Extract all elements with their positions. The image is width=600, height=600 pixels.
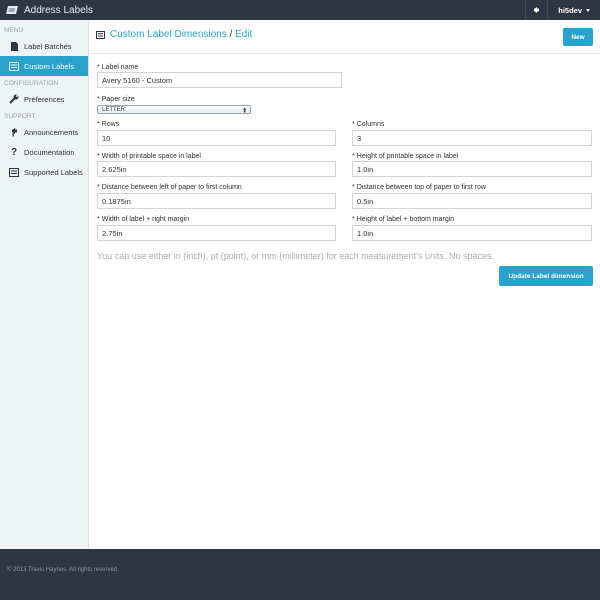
top-margin-input[interactable]: 0.5in [352,193,592,209]
columns-label: * Columns [352,121,385,128]
page-title: Custom Label Dimensions / Edit [110,29,252,40]
sidebar-item-label-batches[interactable]: Label Batches [0,36,88,56]
label-name-label: * Label name [97,64,139,71]
sidebar-item-label: Supported Labels [24,167,83,177]
sidebar-item-custom-labels[interactable]: Custom Labels [0,56,88,76]
user-name: hi5dev [558,5,582,15]
list-icon [9,61,19,71]
rows-input[interactable]: 10 [97,130,336,146]
announcements-bullhorn-button[interactable] [525,0,547,20]
units-hint: You can use either in (inch), pt (point)… [97,251,495,261]
sidebar-item-label: Announcements [24,127,79,137]
sidebar-item-preferences[interactable]: Preferences [0,89,88,109]
label-right-margin-label: * Width of label + right margin [97,216,190,223]
chevron-down-icon [586,8,590,12]
label-right-margin-input[interactable]: 2.75in [97,225,336,241]
sidebar-item-label: Preferences [24,94,65,104]
breadcrumb-separator: / [229,29,233,40]
left-margin-input[interactable]: 0.1875in [97,193,336,209]
sidebar-item-label: Custom Labels [24,61,75,71]
label-bottom-margin-label: * Height of label + bottom margin [352,216,455,223]
sidebar-heading-configuration: CONFIGURATION [4,80,59,87]
question-icon: ? [10,146,18,158]
sidebar-heading-support: SUPPORT [4,113,36,120]
copyright: © 2013 Travis Haynes. All rights reserve… [7,567,119,573]
sidebar-item-announcements[interactable]: Announcements [0,122,88,142]
printable-height-label: * Height of printable space in label [352,153,459,160]
update-label-dimension-button[interactable]: Update Label dimension [499,266,593,286]
left-margin-label: * Distance between left of paper to first… [97,184,242,191]
sidebar-heading-menu: MENU [4,27,24,34]
sidebar-item-label: Label Batches [24,41,72,51]
label-tag-icon [6,6,18,14]
sidebar-item-documentation[interactable]: ? Documentation [0,142,88,162]
rows-label: * Rows [97,121,120,128]
columns-input[interactable]: 3 [352,130,592,146]
printable-height-input[interactable]: 1.0in [352,161,592,177]
printable-width-input[interactable]: 2.625in [97,161,336,177]
paper-size-label: * Paper size [97,96,135,103]
label-name-input[interactable]: Avery 5160 - Custom [97,72,342,88]
printable-width-label: * Width of printable space in label [97,153,201,160]
new-button[interactable]: New [563,28,593,46]
bullhorn-icon [534,7,540,13]
footer: © 2013 Travis Haynes. All rights reserve… [0,549,600,600]
paper-size-select[interactable]: LETTER ▲ ▼ [97,105,251,114]
brand[interactable]: Address Labels [0,0,93,20]
label-bottom-margin-input[interactable]: 1.0in [352,225,592,241]
breadcrumb-current: Edit [235,29,253,40]
app-title: Address Labels [24,4,93,16]
main-content: Custom Label Dimensions / Edit New * Labe… [90,20,600,549]
bullhorn-icon [9,127,19,137]
wrench-icon [9,94,19,104]
list-icon [9,167,19,177]
top-navbar: Address Labels hi5dev [0,0,600,20]
breadcrumb-custom-label-dimensions[interactable]: Custom Label Dimensions [110,29,227,40]
page-header: Custom Label Dimensions / Edit New [90,20,600,54]
file-icon [9,41,19,51]
sidebar-item-supported-labels[interactable]: Supported Labels [0,162,88,182]
user-menu[interactable]: hi5dev [547,0,600,20]
select-arrows-icon: ▲ ▼ [242,105,247,115]
top-margin-label: * Distance between top of paper to first … [352,184,486,191]
list-icon [96,31,105,39]
sidebar-item-label: Documentation [24,147,75,157]
paper-size-value: LETTER [102,106,126,113]
sidebar: MENU Label Batches Custom Labels CONFIGU… [0,20,89,549]
